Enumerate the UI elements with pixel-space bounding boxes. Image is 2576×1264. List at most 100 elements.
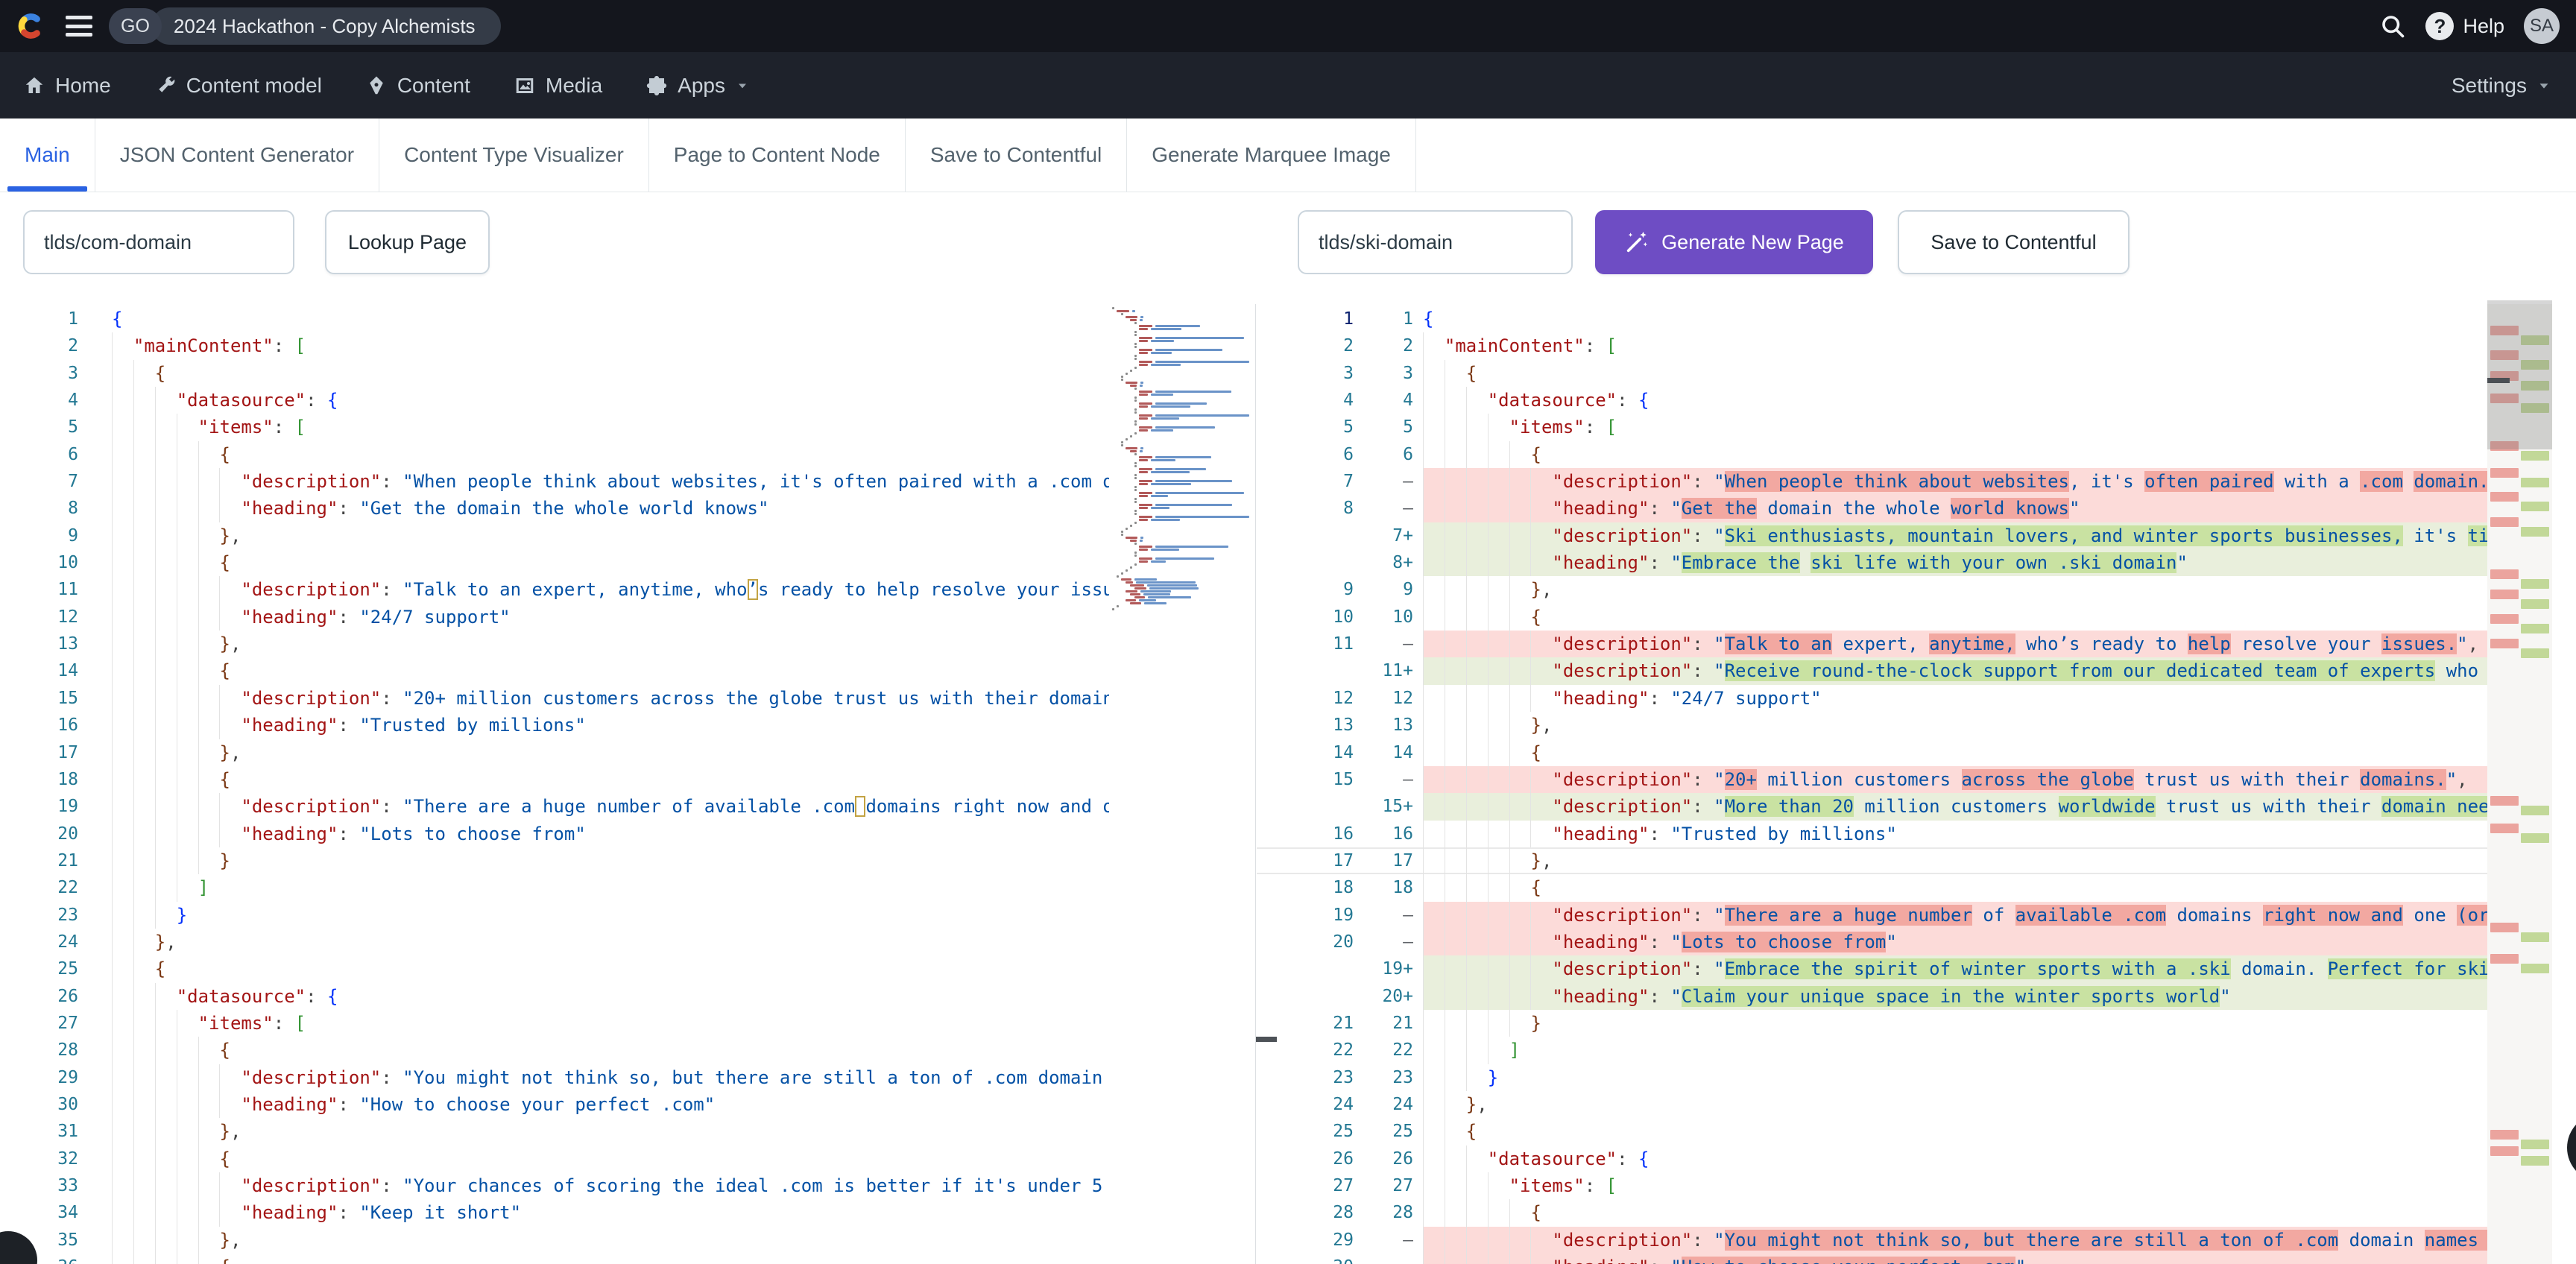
diff-line-deleted: 15– "description": "20+ million customer… xyxy=(1257,765,2487,794)
code-line: 24 }, xyxy=(0,928,1255,956)
settings-menu[interactable]: Settings xyxy=(2452,74,2552,98)
ruler-mark-deleted xyxy=(2490,954,2519,964)
save-to-contentful-button[interactable]: Save to Contentful xyxy=(1898,210,2130,274)
app-tab-strip: Main JSON Content Generator Content Type V… xyxy=(0,118,2576,192)
diff-line-deleted: 19– "description": "There are a huge num… xyxy=(1257,901,2487,929)
target-page-input[interactable] xyxy=(1298,210,1573,274)
diff-line-added: 11+ "description": "Receive round-the-cl… xyxy=(1257,657,2487,685)
tab-content-type-visualizer[interactable]: Content Type Visualizer xyxy=(379,118,649,192)
modified-line-number: – xyxy=(1403,634,1413,654)
original-line-number: 5 xyxy=(1343,417,1354,437)
ruler-mark-deleted xyxy=(2490,796,2519,806)
help-button[interactable]: ? Help xyxy=(2425,12,2504,40)
modified-line-number: 9 xyxy=(1403,580,1413,600)
line-number: 16 xyxy=(57,715,78,736)
org-badge[interactable]: GO xyxy=(109,8,162,44)
nav-item-apps[interactable]: Apps xyxy=(645,74,750,98)
diff-line: 23 23 } xyxy=(1257,1064,2487,1091)
original-line-number: 11 xyxy=(1333,634,1354,654)
ruler-mark-added xyxy=(2521,648,2549,658)
line-number: 29 xyxy=(57,1067,78,1087)
diff-line-added: 19+ "description": "Embrace the spirit o… xyxy=(1257,955,2487,983)
ruler-mark-deleted xyxy=(2490,1146,2519,1156)
code-line: 26 "datasource": { xyxy=(0,982,1255,1010)
original-line-number: 4 xyxy=(1343,391,1354,411)
code-line: 17 }, xyxy=(0,739,1255,766)
modified-line-number: – xyxy=(1403,499,1413,519)
left-json-editor[interactable]: 1{2 "mainContent": [3 {4 "datasource": {… xyxy=(0,304,1256,1264)
ruler-mark-added xyxy=(2521,964,2549,973)
modified-line-number: 19+ xyxy=(1382,959,1413,979)
tab-main[interactable]: Main xyxy=(0,118,95,192)
ruler-mark-deleted xyxy=(2490,923,2519,932)
line-number: 14 xyxy=(57,661,78,681)
original-line-number: 8 xyxy=(1343,499,1354,519)
avatar[interactable]: SA xyxy=(2524,8,2560,44)
space-title[interactable]: 2024 Hackathon - Copy Alchemists xyxy=(151,7,501,45)
diff-line: 12 12 "heading": "24/7 support" xyxy=(1257,684,2487,712)
tab-generate-marquee-image[interactable]: Generate Marquee Image xyxy=(1127,118,1416,192)
code-line: 27 "items": [ xyxy=(0,1009,1255,1037)
apps-icon xyxy=(647,75,667,95)
ruler-mark-added xyxy=(2521,833,2549,843)
menu-icon[interactable] xyxy=(66,16,92,37)
code-line: 6 { xyxy=(0,440,1255,469)
modified-line-number: 22 xyxy=(1392,1040,1413,1061)
search-icon[interactable] xyxy=(2379,13,2406,40)
code-line: 3 { xyxy=(0,359,1255,388)
original-line-number: 24 xyxy=(1333,1094,1354,1114)
line-number: 8 xyxy=(68,499,78,519)
diff-line: 25 25 { xyxy=(1257,1118,2487,1146)
line-number: 20 xyxy=(57,824,78,844)
right-diff-editor[interactable]: 1 1{2 2 "mainContent": [3 3 {4 4 "datasource… xyxy=(1257,304,2487,1264)
original-line-number xyxy=(1257,955,1354,982)
tab-save-to-contentful[interactable]: Save to Contentful xyxy=(905,118,1128,192)
tab-page-to-content-node[interactable]: Page to Content Node xyxy=(648,118,906,192)
lookup-page-button[interactable]: Lookup Page xyxy=(325,210,490,274)
contentful-logo-icon[interactable] xyxy=(15,10,46,42)
generate-new-page-button[interactable]: Generate New Page xyxy=(1595,210,1873,274)
original-line-number xyxy=(1257,657,1354,684)
diff-line: 66 { xyxy=(1257,440,2487,469)
original-line-number: 9 xyxy=(1343,580,1354,600)
line-number: 34 xyxy=(57,1203,78,1223)
original-line-number: 23 xyxy=(1333,1067,1354,1087)
nav-item-content-model[interactable]: Content model xyxy=(154,74,322,98)
original-line-number: 17 xyxy=(1333,850,1354,870)
nav-item-content[interactable]: Content xyxy=(365,74,470,98)
modified-line-number: – xyxy=(1403,1230,1413,1250)
original-line-number: 1 xyxy=(1343,309,1354,329)
code-line: 1{ xyxy=(0,306,1255,332)
code-line: 33 "description": "Your chances of scori… xyxy=(0,1172,1255,1200)
nav-item-media[interactable]: Media xyxy=(514,74,602,98)
original-line-number: 2 xyxy=(1343,336,1354,356)
diff-overview-ruler[interactable] xyxy=(2487,300,2552,1264)
modified-line-number: 26 xyxy=(1392,1148,1413,1169)
floating-widget[interactable] xyxy=(2567,1113,2576,1182)
question-icon: ? xyxy=(2425,12,2455,40)
ruler-mark-deleted xyxy=(2490,639,2519,648)
original-line-number: 26 xyxy=(1333,1148,1354,1169)
modified-line-number: 13 xyxy=(1392,715,1413,736)
line-number: 3 xyxy=(68,363,78,383)
minimap[interactable] xyxy=(1109,304,1255,1264)
nav-item-home[interactable]: Home xyxy=(23,74,111,98)
diff-line-added: 20+ "heading": "Claim your unique space … xyxy=(1257,982,2487,1010)
modified-line-number: 25 xyxy=(1392,1122,1413,1142)
scrollbar-thumb[interactable] xyxy=(2487,300,2552,449)
source-page-input[interactable] xyxy=(23,210,294,274)
modified-line-number: 17 xyxy=(1392,850,1413,870)
line-number: 13 xyxy=(57,634,78,654)
original-line-number: 20 xyxy=(1333,932,1354,952)
tab-json-content-generator[interactable]: JSON Content Generator xyxy=(95,118,380,192)
line-number: 22 xyxy=(57,878,78,898)
modified-line-number: 5 xyxy=(1403,417,1413,437)
line-number: 10 xyxy=(57,553,78,573)
ruler-mark-deleted xyxy=(2490,569,2519,579)
ruler-mark-deleted xyxy=(2490,1130,2519,1140)
editor-sash-handle[interactable] xyxy=(1256,1037,1277,1042)
modified-line-number: 12 xyxy=(1392,688,1413,708)
diff-line: 27 27 "items": [ xyxy=(1257,1172,2487,1200)
line-number: 27 xyxy=(57,1013,78,1033)
diff-line: 99 }, xyxy=(1257,576,2487,604)
